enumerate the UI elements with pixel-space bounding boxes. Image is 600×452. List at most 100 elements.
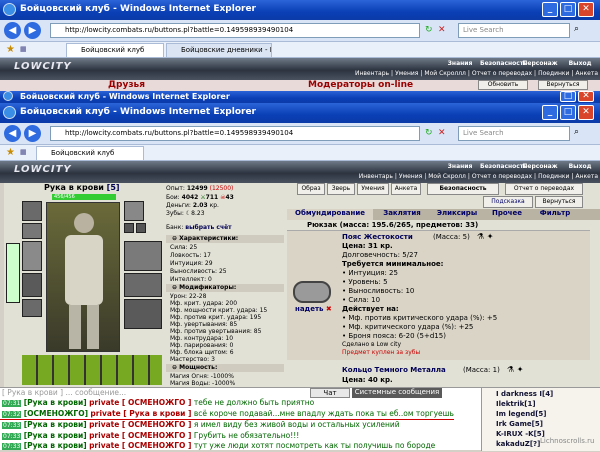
url-input[interactable]: http://lowcity.combats.ru/buttons.pl?bat… (50, 23, 420, 38)
menu-profile[interactable]: Анкета (573, 70, 600, 77)
profile-button[interactable]: Анкета (391, 183, 421, 195)
tab-bar: ★ ▦ Бойцовский клуб Бойцовские дневники … (0, 42, 600, 58)
tab-2[interactable]: Бойцовские дневники - Ear... (166, 43, 272, 57)
mods-header[interactable]: ⊖ Модификаторы: (166, 284, 284, 292)
stats-header[interactable]: ⊖ Характеристики: (166, 235, 284, 243)
belt-slot[interactable] (22, 299, 42, 317)
tab-spells[interactable]: Заклятия (375, 209, 429, 220)
tab-chat[interactable]: Чат (310, 388, 350, 398)
search-input-3[interactable]: Live Search (458, 126, 570, 141)
menu-skills[interactable]: Умения (397, 173, 424, 180)
ring-slot[interactable] (124, 223, 134, 233)
menu-scroll[interactable]: Мой Скроллл (422, 70, 467, 77)
skills-button[interactable]: Умения (357, 183, 389, 195)
menu-security[interactable]: Безопасность (480, 163, 527, 170)
search-icon[interactable]: ⌕ (574, 24, 579, 34)
wear-link[interactable]: надеть ✖ (295, 305, 332, 313)
hint-button[interactable]: Подсказка (483, 196, 533, 208)
go-icon[interactable]: ↻ (425, 25, 433, 35)
menu-character[interactable]: Персонаж (520, 163, 560, 170)
gloves-slot[interactable] (124, 241, 162, 271)
stop-icon[interactable]: ✕ (438, 25, 446, 35)
menu-transfers[interactable]: Отчет о переводах (470, 70, 534, 77)
menu-exit[interactable]: Выход (560, 163, 600, 170)
search-input[interactable]: Live Search (458, 23, 570, 38)
menu-scroll[interactable]: Мой Скролл (426, 173, 468, 180)
shield-slot[interactable] (124, 273, 162, 297)
tabs-icon[interactable]: ▦ (20, 45, 27, 53)
user-item[interactable]: Ilektrik[1] (496, 400, 536, 408)
close-button-2[interactable]: ✕ (578, 91, 594, 102)
image-button[interactable]: Образ (297, 183, 325, 195)
menu-skills[interactable]: Умения (393, 70, 420, 77)
user-item[interactable]: Im legend[5] (496, 410, 547, 418)
menu-security[interactable]: Безопасность (480, 60, 527, 67)
earring-slot[interactable] (124, 201, 144, 221)
user-item[interactable]: I darkness I[4] (496, 390, 553, 398)
tab-1[interactable]: Бойцовский клуб (66, 43, 164, 57)
security-button[interactable]: Безопасность (427, 183, 499, 195)
moderators-link[interactable]: Модераторы on-line (308, 80, 413, 90)
return-button-game[interactable]: Вернуться (535, 196, 583, 208)
power-header[interactable]: ⊖ Мощность: (166, 364, 284, 372)
item-icons[interactable]: ⚗ ✦ (477, 232, 493, 241)
tab-game[interactable]: Бойцовский клуб (36, 146, 144, 160)
quick-slots[interactable] (22, 355, 162, 385)
tab-elixirs[interactable]: Эликсиры (431, 209, 483, 220)
armor-slot[interactable] (22, 273, 42, 297)
menu-inventory[interactable]: Инвентарь (353, 70, 391, 77)
maximize-button-3[interactable]: □ (560, 105, 576, 120)
tab-equipment[interactable]: Обмундирование (287, 209, 373, 220)
forward-icon[interactable]: ▶ (24, 22, 41, 39)
minimize-button[interactable]: _ (542, 2, 558, 17)
stop-icon[interactable]: ✕ (438, 128, 446, 138)
money-row: Деньги: 2.03 кр. (166, 202, 219, 209)
menu-knowledge[interactable]: Знания (440, 60, 480, 67)
item2-icons[interactable]: ⚗ ✦ (507, 365, 523, 374)
menu-knowledge[interactable]: Знания (440, 163, 480, 170)
tabs-icon[interactable]: ▦ (20, 148, 27, 156)
menu-inventory[interactable]: Инвентарь (357, 173, 395, 180)
menu-profile[interactable]: Анкета (573, 173, 600, 180)
window-titlebar-2: Бойцовский клуб - Windows Internet Explo… (0, 91, 600, 103)
close-button[interactable]: ✕ (578, 2, 594, 17)
tab-filter[interactable]: Фильтр (533, 209, 577, 220)
refresh-button[interactable]: Обновить (478, 80, 528, 90)
maximize-button-2[interactable]: □ (560, 91, 576, 102)
menu-battles[interactable]: Поединки (536, 173, 571, 180)
item-name[interactable]: Пояс Жестокости (342, 233, 413, 241)
pet-button[interactable]: Зверь (327, 183, 355, 195)
search-icon[interactable]: ⌕ (574, 127, 579, 137)
menu-transfers[interactable]: Отчет о переводах (470, 173, 534, 180)
bank-link[interactable]: выбрать счёт (185, 224, 231, 231)
neck-slot[interactable] (22, 223, 42, 239)
left-sidebar (6, 243, 20, 303)
forward-icon[interactable]: ▶ (24, 125, 41, 142)
tab-system[interactable]: Системные сообщения (352, 388, 442, 398)
menu-exit[interactable]: Выход (560, 60, 600, 67)
user-item[interactable]: K-IRUX -K[5] (496, 430, 545, 438)
return-button[interactable]: Вернуться (538, 80, 588, 90)
item2-name[interactable]: Кольцо Темного Металла (342, 366, 446, 374)
back-icon[interactable]: ◀ (4, 22, 21, 39)
transfer-report-button[interactable]: Отчет о переводах (505, 183, 583, 195)
helmet-slot[interactable] (22, 201, 42, 221)
weapon-slot[interactable] (22, 241, 42, 271)
friends-link[interactable]: Друзья (108, 80, 145, 90)
menu-character[interactable]: Персонаж (520, 60, 560, 67)
boots-slot[interactable] (124, 299, 162, 329)
back-icon[interactable]: ◀ (4, 125, 21, 142)
maximize-button[interactable]: □ (560, 2, 576, 17)
menu-battles[interactable]: Поединки (536, 70, 571, 77)
user-item[interactable]: Irk Game[5] (496, 420, 543, 428)
url-input-3[interactable]: http://lowcity.combats.ru/buttons.pl?bat… (50, 126, 420, 141)
tab-other[interactable]: Прочее (485, 209, 529, 220)
favorites-icon[interactable]: ★ (6, 147, 15, 158)
window-titlebar: Бойцовский клуб - Windows Internet Explo… (0, 0, 600, 20)
favorites-icon[interactable]: ★ (6, 44, 15, 55)
ring-slot[interactable] (136, 223, 146, 233)
minimize-button-3[interactable]: _ (542, 105, 558, 120)
close-button-3[interactable]: ✕ (578, 105, 594, 120)
user-item[interactable]: kakaduZ[?] (496, 440, 540, 448)
go-icon[interactable]: ↻ (425, 128, 433, 138)
